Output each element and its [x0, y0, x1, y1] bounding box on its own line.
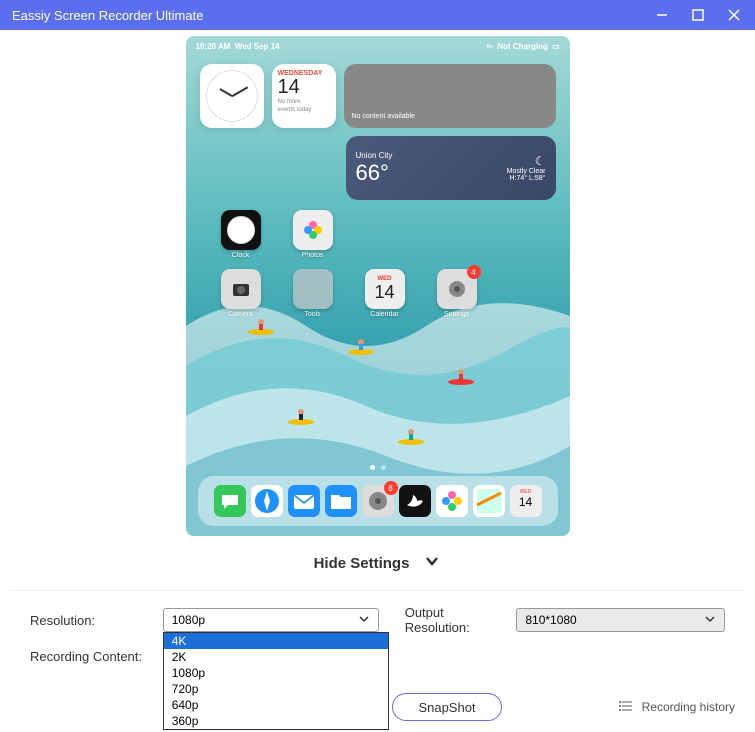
output-resolution-value: 810*1080 [525, 613, 576, 627]
recording-history-link[interactable]: Recording history [618, 698, 735, 717]
dock-files-icon [325, 485, 357, 517]
wifi-icon: ⧜ [487, 41, 494, 51]
option-640p[interactable]: 640p [164, 697, 388, 713]
dock-photos-icon [436, 485, 468, 517]
toggle-settings-label: Hide Settings [314, 555, 410, 572]
status-time: 10:20 AM [196, 42, 231, 51]
status-battery: Not Charging [497, 42, 548, 51]
dock-mail-icon [288, 485, 320, 517]
app-settings-label: Settings [444, 311, 469, 318]
weather-widget: Union City 66° ☾ Mostly Clear H:74° L:58… [346, 136, 556, 200]
dock-safari-icon [251, 485, 283, 517]
weather-city: Union City [356, 151, 416, 160]
app-tools-label: Tools [304, 311, 320, 318]
option-360p[interactable]: 360p [164, 713, 388, 729]
dock-messages-icon [214, 485, 246, 517]
app-tools: Tools [288, 269, 338, 318]
toggle-settings[interactable]: Hide Settings [314, 552, 442, 574]
option-4k[interactable]: 4K [164, 633, 388, 649]
option-1080p[interactable]: 1080p [164, 665, 388, 681]
window-controls [653, 6, 743, 24]
clock-face-icon [206, 70, 258, 122]
snapshot-label: SnapShot [418, 700, 475, 715]
placeholder-widget: No content available [344, 64, 556, 128]
window-title: Eassiy Screen Recorder Ultimate [12, 8, 653, 23]
dock-settings-badge: 8 [384, 481, 398, 495]
dock-maps-icon [473, 485, 505, 517]
snapshot-button[interactable]: SnapShot [392, 693, 502, 721]
dock-bird-icon [399, 485, 431, 517]
dock: 8 WED14 [198, 476, 558, 526]
page-indicator [370, 465, 386, 470]
camera-icon [230, 278, 252, 300]
app-camera-label: Camera [228, 311, 253, 318]
settings-panel: Resolution: 1080p 4K 2K 1080p 720p 640p … [10, 590, 745, 692]
clock-widget [200, 64, 264, 128]
battery-icon: ▭ [552, 42, 560, 51]
dock-calendar-icon: WED14 [510, 485, 542, 517]
chevron-down-icon [358, 613, 370, 628]
app-camera: Camera [216, 269, 266, 318]
option-720p[interactable]: 720p [164, 681, 388, 697]
dock-settings-icon: 8 [362, 485, 394, 517]
device-preview: 10:20 AM Wed Sep 14 ⧜ Not Charging ▭ WED… [186, 36, 570, 536]
device-statusbar: 10:20 AM Wed Sep 14 ⧜ Not Charging ▭ [186, 36, 570, 52]
app-calendar-label: Calendar [370, 311, 398, 318]
option-2k[interactable]: 2K [164, 649, 388, 665]
placeholder-text: No content available [352, 113, 415, 120]
app-clock-label: Clock [232, 252, 250, 259]
weather-hilo: H:74° L:58° [510, 175, 546, 182]
status-date: Wed Sep 14 [235, 42, 280, 51]
calendar-note1: No more [278, 99, 330, 105]
chevron-down-icon [704, 613, 716, 628]
photos-icon [300, 217, 326, 243]
app-calendar-date: 14 [374, 282, 394, 303]
moon-icon: ☾ [535, 154, 546, 168]
recording-history-label: Recording history [642, 700, 735, 714]
app-photos-label: Photos [302, 252, 324, 259]
resolution-dropdown: 4K 2K 1080p 720p 640p 360p [163, 632, 389, 730]
list-icon [618, 698, 634, 717]
app-photos: Photos [288, 210, 338, 259]
calendar-date: 14 [278, 77, 330, 97]
weather-temp: 66° [356, 160, 416, 186]
resolution-value: 1080p [172, 613, 205, 627]
resolution-label: Resolution: [30, 613, 153, 628]
calendar-note2: events today. [278, 107, 330, 113]
gear-icon [444, 276, 470, 302]
app-settings: 4 Settings [432, 269, 482, 318]
app-calendar: WED14 Calendar [360, 269, 410, 318]
weather-condition: Mostly Clear [507, 168, 546, 175]
output-resolution-select[interactable]: 810*1080 [516, 608, 725, 632]
output-resolution-label: Output Resolution: [405, 605, 507, 635]
recording-content-label: Recording Content: [30, 649, 160, 664]
chevron-down-icon [423, 552, 441, 574]
resolution-select[interactable]: 1080p [163, 608, 379, 632]
titlebar: Eassiy Screen Recorder Ultimate [0, 0, 755, 30]
maximize-button[interactable] [689, 6, 707, 24]
settings-badge: 4 [467, 265, 481, 279]
close-button[interactable] [725, 6, 743, 24]
calendar-widget: WEDNESDAY 14 No more events today. [272, 64, 336, 128]
minimize-button[interactable] [653, 6, 671, 24]
app-clock: Clock [216, 210, 266, 259]
